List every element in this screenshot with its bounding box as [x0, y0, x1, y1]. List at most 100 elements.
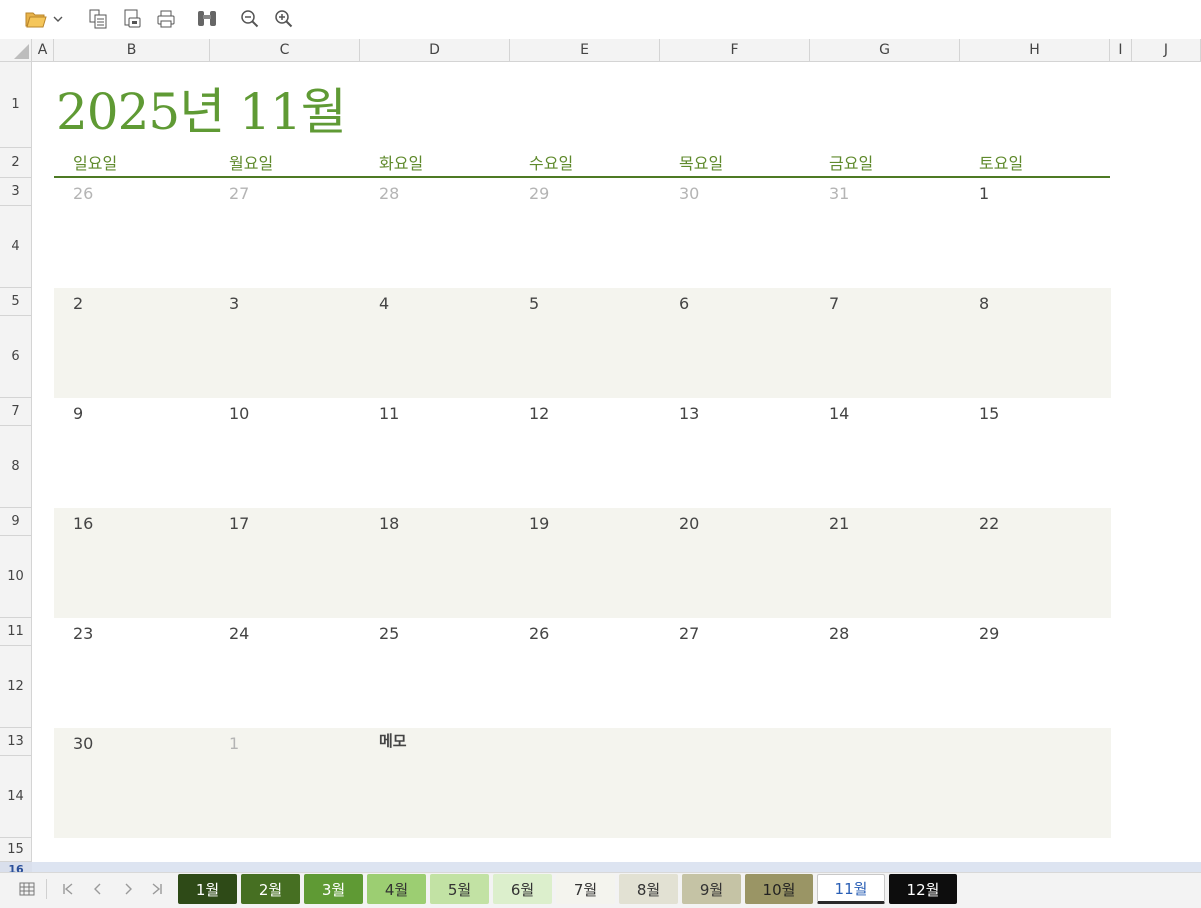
weekday-saturday[interactable]: 토요일 [979, 150, 1023, 174]
weekday-sunday[interactable]: 일요일 [73, 150, 117, 174]
sheet-tab[interactable]: 5월 [430, 874, 489, 904]
day-cell-other-month[interactable]: 1 [229, 734, 239, 753]
column-header[interactable]: A [32, 39, 54, 62]
day-cell[interactable]: 11 [379, 404, 399, 423]
day-cell-other-month[interactable]: 31 [829, 184, 849, 203]
row-header[interactable]: 11 [0, 618, 32, 646]
day-cell[interactable]: 14 [829, 404, 849, 423]
row-header[interactable]: 4 [0, 206, 32, 288]
row-header[interactable]: 10 [0, 536, 32, 618]
day-cell[interactable]: 16 [73, 514, 93, 533]
sheet-tab[interactable]: 7월 [556, 874, 615, 904]
header-divider [54, 176, 1110, 178]
day-cell[interactable]: 9 [73, 404, 83, 423]
row-header[interactable]: 6 [0, 316, 32, 398]
sheet-tab[interactable]: 2월 [241, 874, 300, 904]
column-header[interactable]: G [810, 39, 960, 62]
row-header[interactable]: 12 [0, 646, 32, 728]
calendar-title[interactable]: 2025년 11월 [56, 72, 347, 144]
row-header[interactable]: 1 [0, 62, 32, 148]
sheet-tab[interactable]: 8월 [619, 874, 678, 904]
day-cell[interactable]: 15 [979, 404, 999, 423]
column-header[interactable]: F [660, 39, 810, 62]
column-header[interactable]: C [210, 39, 360, 62]
weekday-thursday[interactable]: 목요일 [679, 150, 723, 174]
day-cell[interactable]: 18 [379, 514, 399, 533]
day-cell[interactable]: 1 [979, 184, 989, 203]
sheet-tab[interactable]: 1월 [178, 874, 237, 904]
sheet-tab[interactable]: 4월 [367, 874, 426, 904]
chevron-down-icon[interactable] [50, 7, 66, 31]
day-cell[interactable]: 19 [529, 514, 549, 533]
row-header[interactable]: 7 [0, 398, 32, 426]
day-cell-other-month[interactable]: 30 [679, 184, 699, 203]
row-header[interactable]: 8 [0, 426, 32, 508]
toolbar [0, 0, 1201, 39]
prev-sheet-icon[interactable] [91, 882, 105, 900]
day-cell[interactable]: 29 [979, 624, 999, 643]
row-header[interactable]: 9 [0, 508, 32, 536]
row-header[interactable]: 5 [0, 288, 32, 316]
row-header[interactable]: 13 [0, 728, 32, 756]
column-header[interactable]: E [510, 39, 660, 62]
column-header[interactable]: I [1110, 39, 1132, 62]
day-cell[interactable]: 26 [529, 624, 549, 643]
row-header[interactable]: 3 [0, 178, 32, 206]
last-sheet-icon[interactable] [150, 882, 164, 900]
zoom-out-icon[interactable] [238, 7, 262, 31]
day-cell[interactable]: 27 [679, 624, 699, 643]
first-sheet-icon[interactable] [61, 882, 75, 900]
day-cell[interactable]: 17 [229, 514, 249, 533]
day-cell[interactable]: 22 [979, 514, 999, 533]
column-header[interactable]: B [54, 39, 210, 62]
day-cell-other-month[interactable]: 28 [379, 184, 399, 203]
day-cell[interactable]: 20 [679, 514, 699, 533]
day-cell[interactable]: 24 [229, 624, 249, 643]
day-cell[interactable]: 5 [529, 294, 539, 313]
sheet-tab[interactable]: 12월 [889, 874, 957, 904]
day-cell[interactable]: 30 [73, 734, 93, 753]
day-cell[interactable]: 8 [979, 294, 989, 313]
column-header[interactable]: D [360, 39, 510, 62]
day-cell-other-month[interactable]: 27 [229, 184, 249, 203]
day-cell[interactable]: 25 [379, 624, 399, 643]
row-header[interactable]: 16 [0, 862, 32, 872]
column-header[interactable]: J [1132, 39, 1201, 62]
sheet-tab[interactable]: 10월 [745, 874, 813, 904]
day-cell[interactable]: 28 [829, 624, 849, 643]
row-header[interactable]: 14 [0, 756, 32, 838]
row-header[interactable]: 15 [0, 838, 32, 862]
day-cell[interactable]: 23 [73, 624, 93, 643]
day-cell[interactable]: 2 [73, 294, 83, 313]
sheet-tab[interactable]: 3월 [304, 874, 363, 904]
day-cell[interactable]: 13 [679, 404, 699, 423]
weekday-friday[interactable]: 금요일 [829, 150, 873, 174]
select-all-corner[interactable] [0, 39, 32, 62]
print-icon[interactable] [154, 7, 178, 31]
day-cell[interactable]: 3 [229, 294, 239, 313]
weekday-wednesday[interactable]: 수요일 [529, 150, 573, 174]
day-cell[interactable]: 10 [229, 404, 249, 423]
next-sheet-icon[interactable] [121, 882, 135, 900]
weekday-tuesday[interactable]: 화요일 [379, 150, 423, 174]
weekday-monday[interactable]: 월요일 [229, 150, 273, 174]
sheet-tab[interactable]: 6월 [493, 874, 552, 904]
copy-icon[interactable] [86, 7, 110, 31]
sheet-tab[interactable]: 9월 [682, 874, 741, 904]
row-header[interactable]: 2 [0, 148, 32, 178]
sheet-list-icon[interactable] [19, 881, 35, 901]
memo-label[interactable]: 메모 [379, 730, 407, 751]
zoom-in-icon[interactable] [272, 7, 296, 31]
day-cell[interactable]: 21 [829, 514, 849, 533]
open-folder-icon[interactable] [24, 7, 48, 31]
day-cell[interactable]: 7 [829, 294, 839, 313]
find-icon[interactable] [195, 7, 219, 31]
day-cell[interactable]: 6 [679, 294, 689, 313]
sheet-tab[interactable]: 11월 [817, 874, 885, 904]
print-preview-icon[interactable] [120, 7, 144, 31]
day-cell-other-month[interactable]: 26 [73, 184, 93, 203]
day-cell-other-month[interactable]: 29 [529, 184, 549, 203]
column-header[interactable]: H [960, 39, 1110, 62]
day-cell[interactable]: 4 [379, 294, 389, 313]
day-cell[interactable]: 12 [529, 404, 549, 423]
